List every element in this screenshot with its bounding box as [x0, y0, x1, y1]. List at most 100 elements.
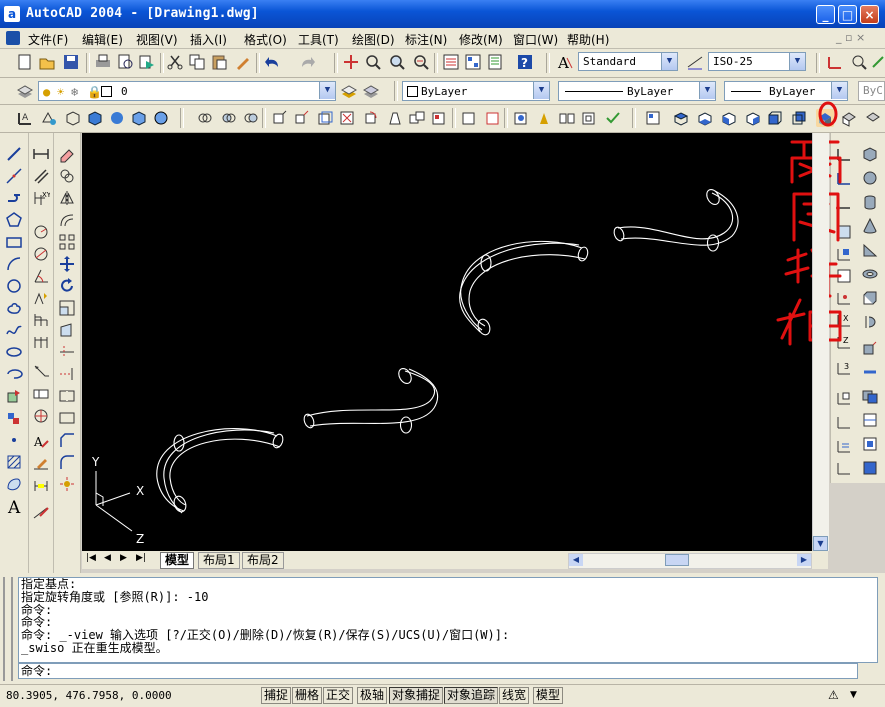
object-tracking-toggle[interactable]: 对象追踪 — [444, 687, 499, 704]
tolerance-icon[interactable] — [32, 385, 50, 403]
command-line-input[interactable]: 命令: — [18, 663, 858, 679]
revision-cloud-icon[interactable] — [5, 299, 23, 317]
stretch-icon[interactable] — [58, 321, 76, 339]
menu-window[interactable]: 窗口(W) — [513, 31, 558, 48]
autocad-app-icon[interactable]: a — [4, 6, 20, 22]
object-snap-toggle[interactable]: 对象捕捉 — [389, 687, 444, 704]
dimension-style-icon[interactable] — [686, 53, 704, 71]
interference-icon[interactable] — [861, 387, 879, 405]
ucs-3-icon[interactable]: 3 — [835, 359, 853, 377]
polar-toggle[interactable]: 极轴 — [357, 687, 388, 704]
zoom-extents-icon[interactable] — [850, 53, 868, 71]
status-menu-chevron-icon[interactable]: ▼ — [850, 690, 857, 700]
offset-faces-icon[interactable] — [316, 109, 334, 127]
insert-block-icon[interactable] — [5, 387, 23, 405]
ordinate-dimension-icon[interactable]: XY — [32, 189, 50, 207]
minimize-button[interactable]: _ — [816, 5, 835, 24]
close-button[interactable]: × — [860, 5, 879, 24]
grid-toggle[interactable]: 栅格 — [292, 687, 323, 704]
chevron-down-icon[interactable]: ▼ — [789, 53, 805, 70]
document-restore-controls[interactable]: _ ▫ × — [836, 31, 865, 44]
setup-drawing-icon[interactable] — [861, 411, 879, 429]
color-edges-icon[interactable] — [484, 109, 502, 127]
intersect-icon[interactable] — [242, 109, 260, 127]
color-faces-icon[interactable] — [430, 109, 448, 127]
copy-icon[interactable] — [188, 53, 206, 71]
ucs-icon[interactable] — [826, 53, 844, 71]
prev-tab-arrow-icon[interactable]: ◀ — [104, 553, 111, 563]
orbit-toolbar-icon[interactable] — [40, 109, 58, 127]
spline-icon[interactable] — [5, 321, 23, 339]
torus-solid-icon[interactable] — [861, 265, 879, 283]
region-icon[interactable] — [5, 475, 23, 493]
dimension-text-edit-icon[interactable] — [32, 455, 50, 473]
menu-format[interactable]: 格式(O) — [244, 31, 287, 48]
horizontal-scroll-thumb[interactable] — [665, 554, 689, 566]
plot-style-dropdown[interactable]: ByC — [858, 81, 885, 101]
line-icon[interactable] — [5, 145, 23, 163]
print-icon[interactable] — [94, 53, 112, 71]
rotate-icon[interactable] — [58, 277, 76, 295]
delete-faces-icon[interactable] — [338, 109, 356, 127]
union-icon[interactable] — [196, 109, 214, 127]
print-preview-icon[interactable] — [116, 53, 134, 71]
center-mark-icon[interactable] — [32, 407, 50, 425]
sphere-solid-icon[interactable] — [861, 169, 879, 187]
imprint-icon[interactable] — [512, 109, 530, 127]
quick-leader-icon[interactable] — [32, 363, 50, 381]
lock-icon[interactable]: 🔒 — [87, 84, 102, 100]
scroll-down-arrow-icon[interactable]: ▼ — [813, 536, 828, 551]
sun-icon[interactable]: ☀ — [57, 84, 64, 100]
vertical-scrollbar[interactable]: ▼ — [812, 133, 829, 551]
document-icon[interactable] — [6, 31, 20, 45]
section-icon[interactable] — [861, 363, 879, 381]
angular-dimension-icon[interactable] — [32, 267, 50, 285]
text-style-dropdown[interactable]: Standard ▼ — [578, 52, 678, 71]
erase-icon[interactable] — [58, 145, 76, 163]
copy-object-icon[interactable] — [58, 167, 76, 185]
ne-isometric-view-icon[interactable] — [864, 109, 882, 127]
ucs-extra-icon[interactable] — [835, 459, 853, 477]
communication-center-icon[interactable]: ⚠ — [828, 688, 839, 702]
bottom-view-icon[interactable] — [696, 109, 714, 127]
wireframe-box-icon[interactable] — [64, 109, 82, 127]
zoom-previous-icon[interactable] — [412, 53, 430, 71]
extend-icon[interactable] — [58, 365, 76, 383]
fillet-icon[interactable] — [58, 453, 76, 471]
setup-profile-icon[interactable] — [861, 459, 879, 477]
linetype-control-dropdown[interactable]: ByLayer ▼ — [558, 81, 716, 101]
dimension-update-icon[interactable] — [32, 477, 50, 495]
zoom-window-icon[interactable] — [388, 53, 406, 71]
point-icon[interactable] — [5, 431, 23, 449]
chevron-down-icon[interactable]: ▼ — [661, 53, 677, 70]
model-space-toggle[interactable]: 模型 — [533, 687, 564, 704]
slice-icon[interactable] — [861, 339, 879, 357]
top-view-icon[interactable] — [672, 109, 690, 127]
open-file-icon[interactable] — [38, 53, 56, 71]
trim-icon[interactable] — [58, 343, 76, 361]
dimension-style-manager-icon[interactable] — [32, 503, 50, 521]
layer-freeze-icon[interactable]: ❄ — [71, 84, 78, 100]
ortho-toggle[interactable]: 正交 — [323, 687, 354, 704]
menu-help[interactable]: 帮助(H) — [567, 31, 609, 48]
text-style-icon[interactable]: A — [556, 53, 574, 71]
gouraud-edges-icon[interactable] — [152, 109, 170, 127]
named-views-icon[interactable] — [644, 109, 662, 127]
shaded-box-icon[interactable] — [86, 109, 104, 127]
mirror-icon[interactable] — [58, 189, 76, 207]
break-at-point-icon[interactable] — [58, 387, 76, 405]
offset-icon[interactable] — [58, 211, 76, 229]
dimension-style-dropdown[interactable]: ISO-25 ▼ — [708, 52, 806, 71]
extrude-solid-icon[interactable] — [861, 289, 879, 307]
publish-icon[interactable] — [138, 53, 156, 71]
tool-palettes-icon[interactable] — [486, 53, 504, 71]
coordinate-display[interactable]: 80.3905, 476.7958, 0.0000 — [6, 689, 172, 702]
tab-layout1[interactable]: 布局1 — [198, 552, 240, 569]
chevron-down-icon[interactable]: ▼ — [319, 82, 335, 99]
taper-faces-icon[interactable] — [386, 109, 404, 127]
hatch-icon[interactable] — [5, 453, 23, 471]
move-faces-icon[interactable] — [292, 109, 310, 127]
lineweight-control-dropdown[interactable]: ByLayer ▼ — [724, 81, 848, 101]
chevron-down-icon[interactable]: ▼ — [831, 82, 847, 99]
zoom-realtime-icon[interactable] — [364, 53, 382, 71]
